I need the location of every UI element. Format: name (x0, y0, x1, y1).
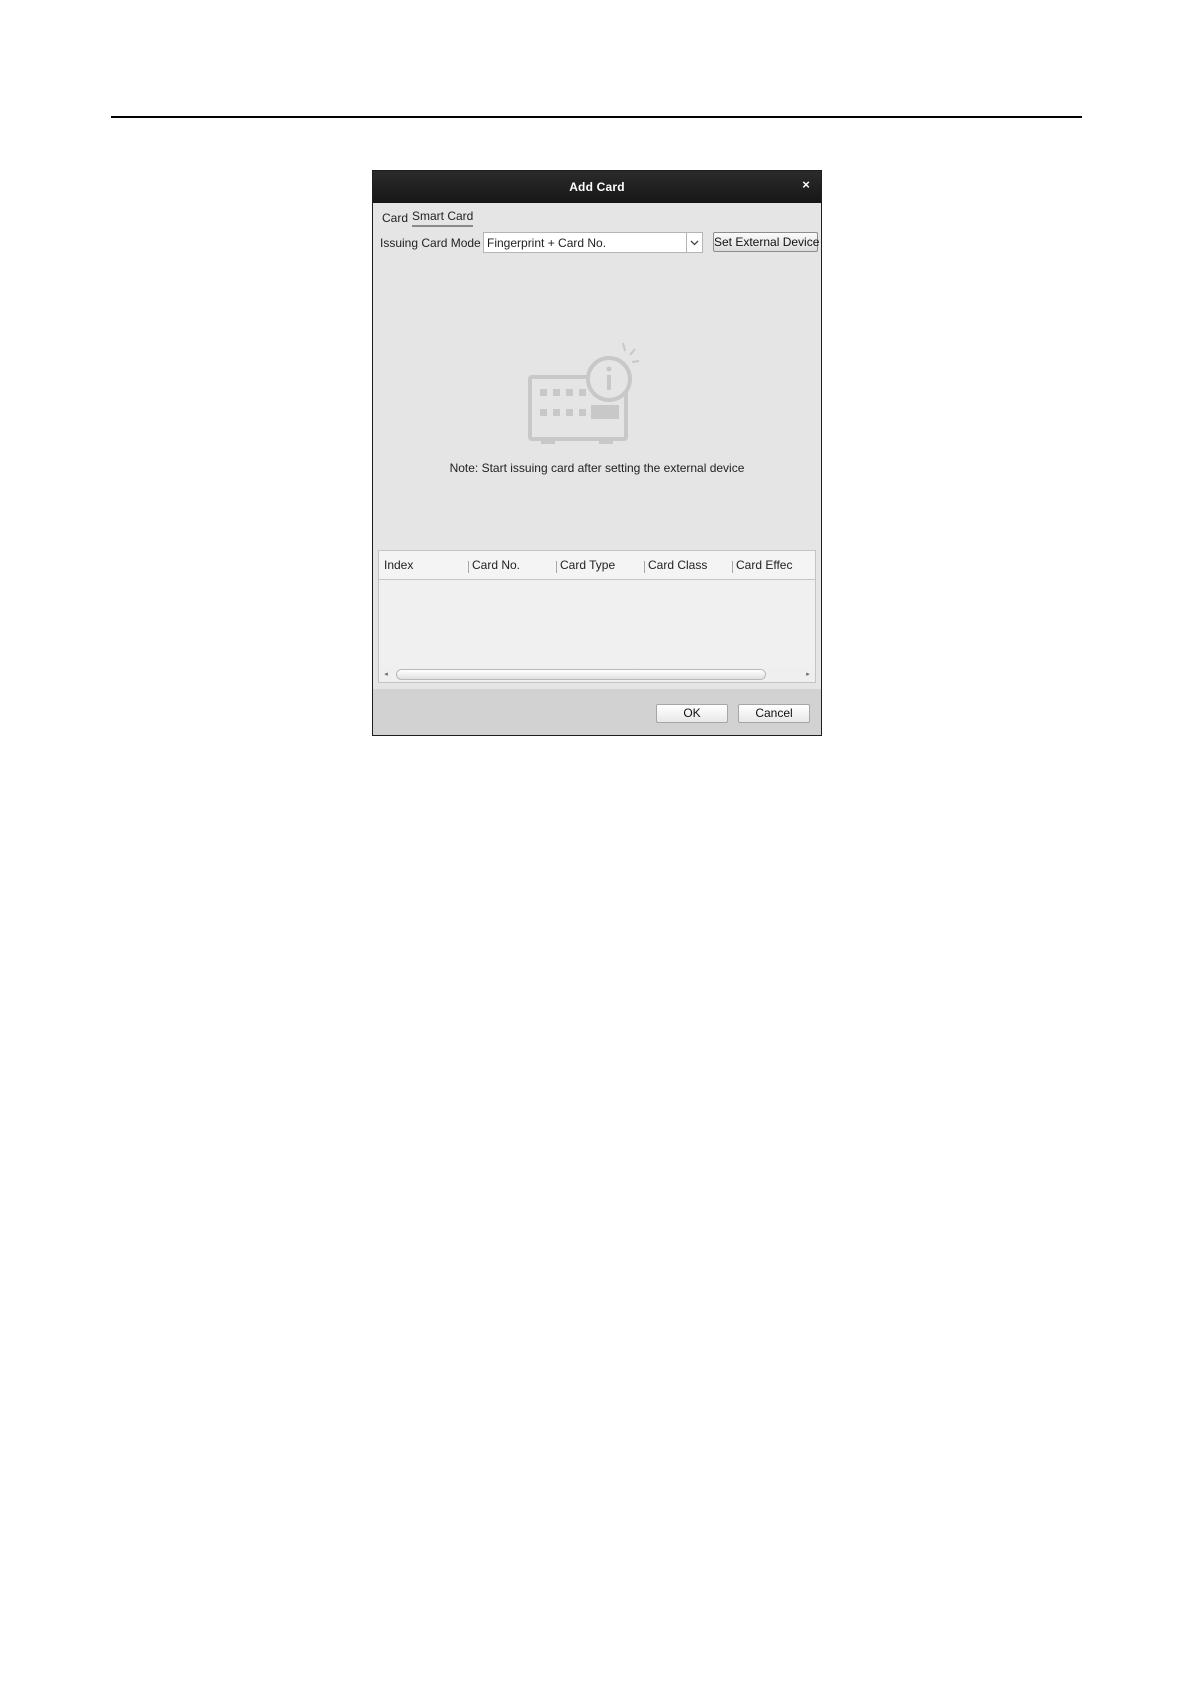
dialog-title: Add Card (569, 180, 625, 194)
issuing-card-mode-row: Issuing Card Mode Fingerprint + Card No.… (380, 232, 819, 254)
scroll-right-icon[interactable]: ▸ (801, 667, 815, 682)
column-separator[interactable] (556, 561, 557, 573)
table-header: Index Card No. Card Type Card Class Card… (379, 551, 815, 580)
card-reader-illustration (528, 342, 640, 444)
card-reader-info-icon (527, 339, 643, 449)
tab-card[interactable]: Card (382, 211, 408, 227)
horizontal-scrollbar[interactable]: ◂ ▸ (379, 667, 815, 682)
dialog-titlebar: Add Card × (373, 171, 821, 203)
column-header-card-effective[interactable]: Card Effec (736, 558, 792, 572)
scrollbar-thumb[interactable] (396, 669, 766, 680)
tab-smart-card[interactable]: Smart Card (412, 209, 474, 227)
column-header-card-type[interactable]: Card Type (560, 558, 615, 572)
page-header-rule (111, 116, 1082, 118)
close-icon[interactable]: × (799, 178, 813, 192)
column-separator[interactable] (468, 561, 469, 573)
issuing-card-mode-select[interactable]: Fingerprint + Card No. (483, 232, 703, 253)
add-card-dialog: Add Card × Card Smart Card Issuing Card … (372, 170, 822, 736)
set-external-device-button[interactable]: Set External Device (713, 232, 819, 252)
card-list-table: Index Card No. Card Type Card Class Card… (378, 550, 816, 683)
column-separator[interactable] (732, 561, 733, 573)
column-header-card-class[interactable]: Card Class (648, 558, 707, 572)
column-header-index[interactable]: Index (384, 558, 413, 572)
issuing-note: Note: Start issuing card after setting t… (449, 461, 745, 475)
column-separator[interactable] (644, 561, 645, 573)
chevron-down-icon-glyph (690, 240, 699, 246)
chevron-down-icon[interactable] (686, 233, 702, 252)
issuing-card-mode-label: Issuing Card Mode (380, 236, 481, 250)
scroll-left-icon[interactable]: ◂ (379, 667, 393, 682)
cancel-button[interactable]: Cancel (738, 704, 810, 723)
column-header-card-no[interactable]: Card No. (472, 558, 520, 572)
issuing-card-mode-value: Fingerprint + Card No. (487, 236, 607, 250)
dialog-footer: OK Cancel (373, 689, 821, 735)
ok-button[interactable]: OK (656, 704, 728, 723)
